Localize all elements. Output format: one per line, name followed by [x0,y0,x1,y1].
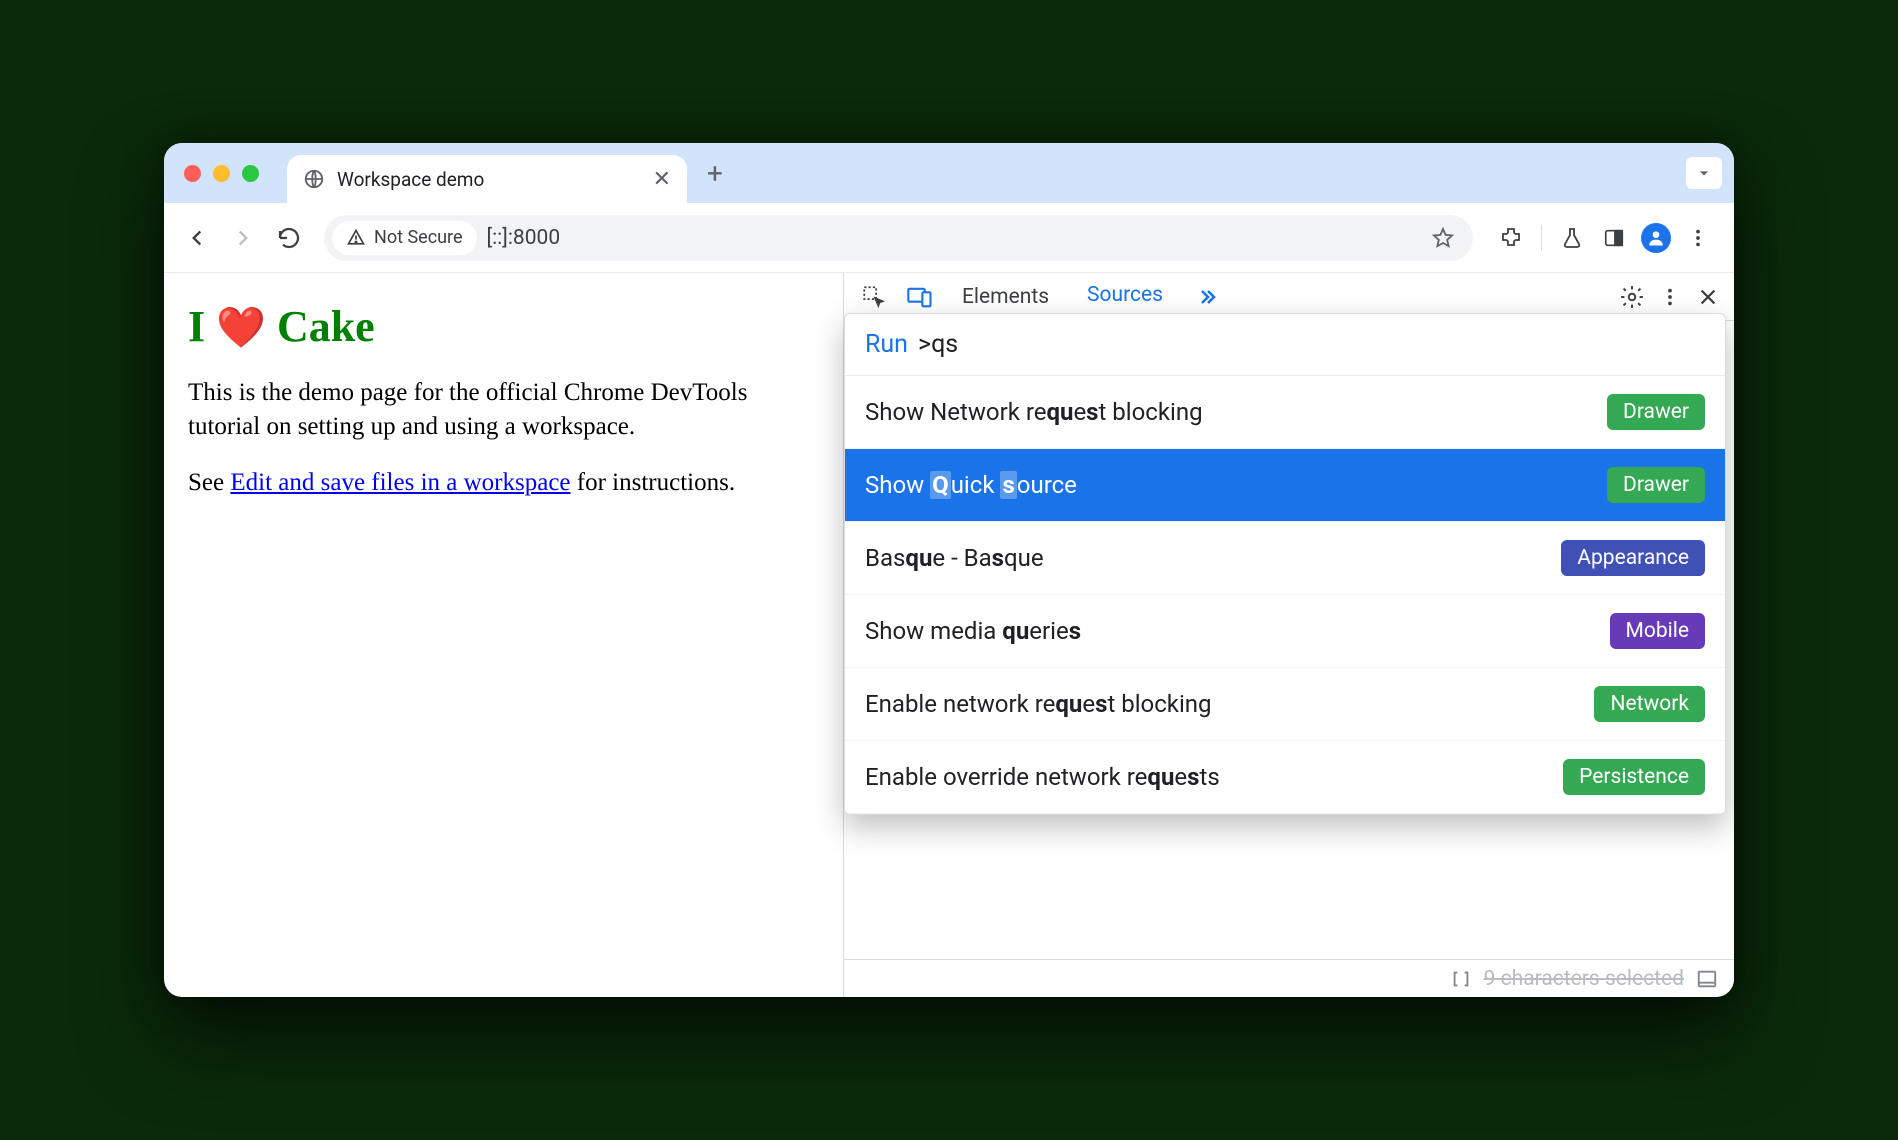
command-menu: Run >qs Show Network request blocking Dra… [844,313,1726,815]
tutorial-link[interactable]: Edit and save files in a workspace [230,469,570,496]
command-item-label: Enable network request blocking [865,690,1212,718]
tab-title: Workspace demo [337,168,641,191]
toolbar-actions [1489,220,1720,256]
command-item-label: Show Network request blocking [865,398,1203,426]
category-badge: Network [1594,686,1705,722]
address-bar[interactable]: Not Secure [::]:8000 [324,215,1473,261]
category-badge: Drawer [1607,394,1705,430]
footer-text: 9 characters selected [1484,967,1684,991]
extensions-icon[interactable] [1493,220,1529,256]
divider [1541,225,1542,251]
command-item[interactable]: Show Network request blocking Drawer [845,376,1725,449]
back-button[interactable] [178,219,216,257]
window-close[interactable] [184,165,201,182]
inspect-element-icon[interactable] [854,277,894,317]
titlebar: Workspace demo ✕ + [164,143,1734,203]
devtools-panel: Elements Sources Run [844,273,1734,997]
command-item[interactable]: Show media queries Mobile [845,595,1725,668]
command-item-label: Show media queries [865,617,1081,645]
command-query: >qs [918,330,958,359]
chrome-menu-icon[interactable] [1680,220,1716,256]
command-item[interactable]: Show Quick source Drawer [845,449,1725,522]
command-item[interactable]: Basque - Basque Appearance [845,522,1725,595]
command-item[interactable]: Enable network request blocking Network [845,668,1725,741]
address-text: [::]:8000 [487,226,1421,250]
command-item[interactable]: Enable override network requests Persiste… [845,741,1725,814]
heart-icon: ❤️ [216,305,266,350]
content-area: I ❤️ Cake This is the demo page for the … [164,273,1734,997]
settings-gear-icon[interactable] [1616,281,1648,313]
devtools-menu-icon[interactable] [1654,281,1686,313]
browser-window: Workspace demo ✕ + Not Secure [::]:8000 [164,143,1734,997]
brackets-icon[interactable] [1450,968,1472,990]
category-badge: Drawer [1607,467,1705,503]
window-maximize[interactable] [242,165,259,182]
device-toggle-icon[interactable] [900,277,940,317]
page-paragraph-1: This is the demo page for the official C… [188,376,819,444]
side-panel-icon[interactable] [1596,220,1632,256]
run-label: Run [865,330,908,359]
page-viewport: I ❤️ Cake This is the demo page for the … [164,273,844,997]
category-badge: Mobile [1610,613,1705,649]
profile-avatar[interactable] [1638,220,1674,256]
forward-button[interactable] [224,219,262,257]
devtools-close-icon[interactable] [1692,281,1724,313]
bookmark-star-icon[interactable] [1431,226,1455,250]
tabs-dropdown[interactable] [1686,157,1722,189]
window-minimize[interactable] [213,165,230,182]
page-heading: I ❤️ Cake [188,301,819,352]
tabs-overflow-icon[interactable] [1185,285,1229,309]
command-input[interactable]: Run >qs [845,314,1725,376]
reload-button[interactable] [270,219,308,257]
category-badge: Appearance [1561,540,1705,576]
security-label: Not Secure [374,227,463,248]
devtools-footer: 9 characters selected [844,959,1734,997]
window-dock-icon[interactable] [1696,968,1718,990]
globe-icon [303,168,325,190]
command-list: Show Network request blockingDrawerShow … [845,376,1725,814]
category-badge: Persistence [1563,759,1705,795]
tab-close-icon[interactable]: ✕ [653,167,671,192]
new-tab-button[interactable]: + [707,157,723,190]
command-item-label: Show Quick source [865,471,1077,499]
command-item-label: Enable override network requests [865,763,1220,791]
traffic-lights [176,165,287,182]
security-chip[interactable]: Not Secure [332,221,477,255]
toolbar: Not Secure [::]:8000 [164,203,1734,273]
browser-tab[interactable]: Workspace demo ✕ [287,155,687,203]
labs-icon[interactable] [1554,220,1590,256]
page-paragraph-2: See Edit and save files in a workspace f… [188,466,819,500]
command-item-label: Basque - Basque [865,544,1044,572]
